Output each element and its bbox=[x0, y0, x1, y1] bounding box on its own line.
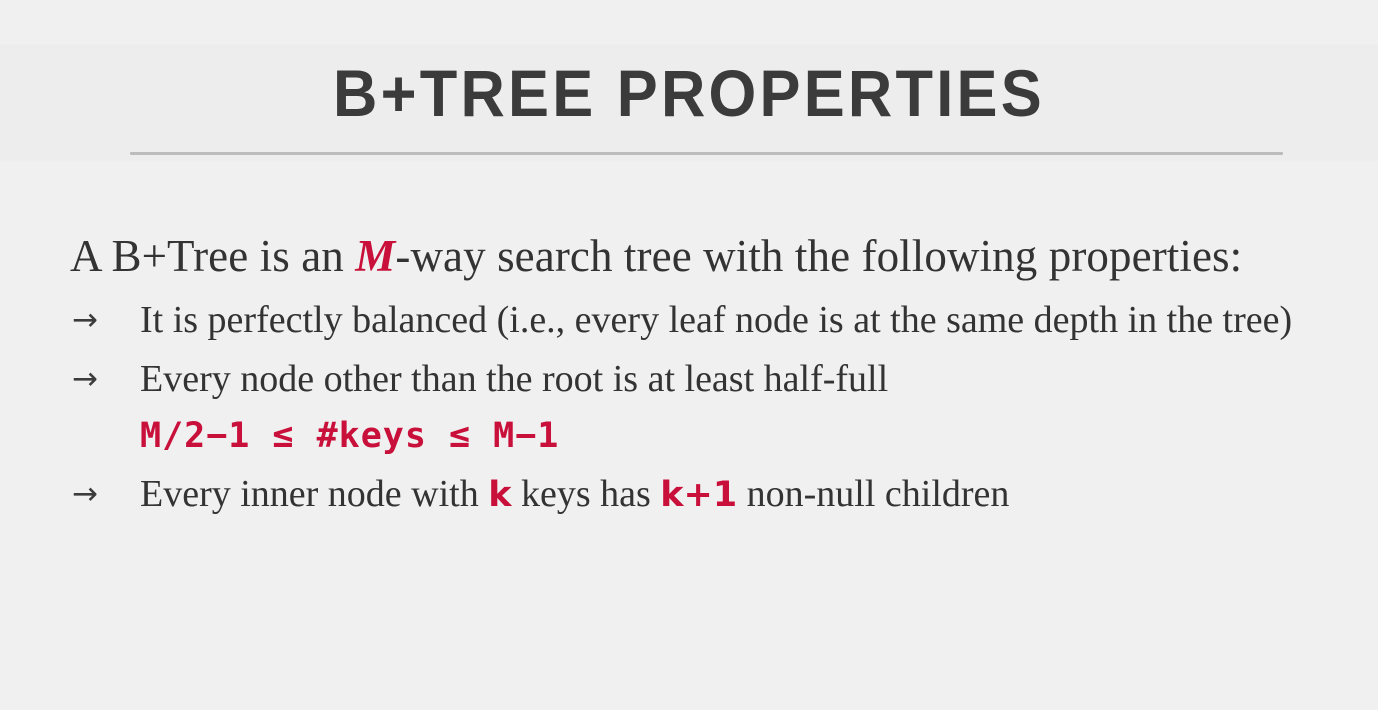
segment-text: keys has bbox=[511, 473, 661, 515]
slide: B+TREE PROPERTIES A B+Tree is an M-way s… bbox=[0, 0, 1378, 710]
arrow-right-icon: → bbox=[72, 302, 98, 338]
segment-accent-k: k bbox=[488, 475, 512, 515]
list-item-label: Every inner node with k keys has k+1 non… bbox=[140, 466, 1360, 524]
arrow-right-icon: → bbox=[72, 476, 98, 512]
segment-text: Every inner node with bbox=[140, 473, 489, 515]
list-item: → It is perfectly balanced (i.e., every … bbox=[70, 292, 1360, 349]
segment-text: non-null children bbox=[737, 473, 1010, 515]
lead-text-after: -way search tree with the following prop… bbox=[395, 231, 1243, 281]
arrow-right-icon: → bbox=[72, 361, 98, 397]
list-item-label: Every node other than the root is at lea… bbox=[140, 358, 889, 400]
list-item-label: It is perfectly balanced (i.e., every le… bbox=[140, 299, 1293, 341]
lead-text-before: A B+Tree is an bbox=[70, 231, 356, 281]
slide-body: A B+Tree is an M-way search tree with th… bbox=[70, 222, 1360, 524]
lead-paragraph: A B+Tree is an M-way search tree with th… bbox=[70, 222, 1360, 290]
title-divider bbox=[130, 152, 1283, 155]
page-title: B+TREE PROPERTIES bbox=[333, 56, 1045, 130]
lead-accent-m: M bbox=[355, 231, 396, 281]
segment-accent-k-plus-1: k+1 bbox=[660, 475, 738, 515]
list-item: → Every node other than the root is at l… bbox=[70, 351, 1360, 408]
list-item: → Every inner node with k keys has k+1 n… bbox=[70, 466, 1360, 524]
key-count-formula: M/2−1 ≤ #keys ≤ M−1 bbox=[140, 416, 560, 456]
